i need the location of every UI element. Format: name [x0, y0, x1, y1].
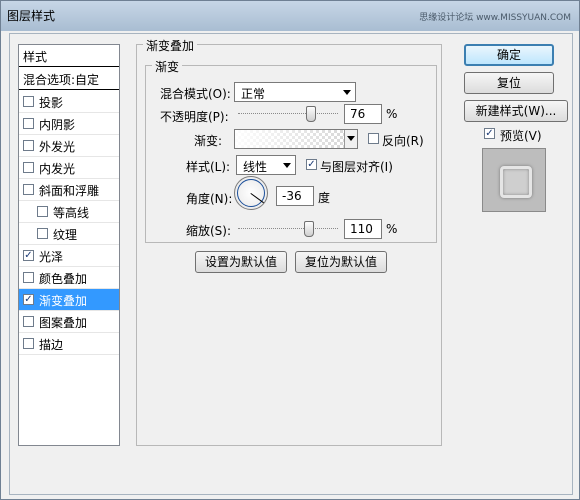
style-checkbox[interactable]: [23, 118, 34, 129]
angle-dial[interactable]: [234, 176, 268, 210]
scale-value: 110: [350, 222, 373, 236]
opacity-slider-handle[interactable]: [306, 106, 316, 122]
style-list-item-label: 外发光: [39, 140, 76, 154]
reset-button[interactable]: 复位: [464, 72, 554, 94]
style-select[interactable]: 线性: [236, 155, 296, 175]
style-list-item-label: 斜面和浮雕: [39, 184, 100, 198]
opacity-label: 不透明度(P):: [160, 110, 229, 124]
style-checkbox[interactable]: [23, 338, 34, 349]
style-checkbox[interactable]: [23, 316, 34, 327]
style-value: 线性: [243, 160, 268, 174]
style-list-item[interactable]: 纹理: [19, 223, 119, 245]
preview-swatch: [500, 166, 532, 198]
blend-mode-select[interactable]: 正常: [234, 82, 356, 102]
ok-button[interactable]: 确定: [464, 44, 554, 66]
style-list-item-label: 内阴影: [39, 118, 76, 132]
style-label: 样式(L):: [186, 160, 231, 174]
style-list-item-label: 颜色叠加: [39, 272, 88, 286]
style-list-item[interactable]: 投影: [19, 91, 119, 113]
style-preview-thumbnail: [482, 148, 546, 212]
style-list-item-label: 渐变叠加: [39, 294, 88, 308]
style-checkbox[interactable]: ✓: [23, 294, 34, 305]
style-list-item[interactable]: 内阴影: [19, 113, 119, 135]
dialog-body: 样式 混合选项:自定 投影内阴影外发光内发光斜面和浮雕等高线纹理 ✓ 光泽颜色叠加 ✓…: [9, 33, 573, 495]
style-checkbox[interactable]: [23, 184, 34, 195]
title-bar: 图层样式 思缘设计论坛 www.MISSYUAN.COM: [1, 1, 579, 31]
gradient-preview: [235, 130, 345, 148]
chevron-down-icon: [343, 90, 351, 95]
scale-unit: %: [386, 222, 398, 236]
style-list: 样式 混合选项:自定 投影内阴影外发光内发光斜面和浮雕等高线纹理 ✓ 光泽颜色叠加 ✓…: [18, 44, 120, 446]
blend-options-label: 混合选项:自定: [23, 73, 100, 87]
style-checkbox[interactable]: [37, 206, 48, 217]
style-list-item[interactable]: 描边: [19, 333, 119, 355]
style-checkbox[interactable]: ✓: [23, 250, 34, 261]
style-checkbox[interactable]: [23, 162, 34, 173]
style-list-item-label: 描边: [39, 338, 64, 352]
align-with-layer-checkbox[interactable]: ✓: [306, 159, 317, 170]
scale-label: 缩放(S):: [186, 224, 232, 238]
set-default-button[interactable]: 设置为默认值: [195, 251, 287, 273]
scale-slider-track: [238, 228, 338, 231]
style-checkbox[interactable]: [23, 272, 34, 283]
scale-slider-handle[interactable]: [304, 221, 314, 237]
style-list-header[interactable]: 样式: [19, 45, 119, 67]
style-list-item[interactable]: ✓ 光泽: [19, 245, 119, 267]
preview-label: 预览(V): [500, 129, 542, 143]
chevron-down-icon: [283, 163, 291, 168]
reset-default-button[interactable]: 复位为默认值: [295, 251, 387, 273]
gradient-overlay-panel: 渐变叠加 渐变 混合模式(O): 正常 不透明度(P): 76 % 渐变: 反向…: [136, 37, 442, 446]
style-list-header-label: 样式: [23, 50, 48, 64]
window-title: 图层样式: [7, 9, 56, 23]
style-list-item-label: 纹理: [53, 228, 78, 242]
reverse-label: 反向(R): [382, 134, 424, 148]
blend-options-item[interactable]: 混合选项:自定: [19, 68, 119, 90]
watermark: 思缘设计论坛 www.MISSYUAN.COM: [419, 13, 571, 23]
angle-unit: 度: [318, 191, 331, 205]
style-list-item[interactable]: 等高线: [19, 201, 119, 223]
blend-mode-label: 混合模式(O):: [160, 87, 231, 101]
layer-style-dialog: 图层样式 思缘设计论坛 www.MISSYUAN.COM 样式 混合选项:自定 …: [0, 0, 580, 500]
angle-label: 角度(N):: [186, 192, 233, 206]
style-list-item[interactable]: 内发光: [19, 157, 119, 179]
style-list-item[interactable]: ✓ 渐变叠加: [19, 289, 119, 311]
style-list-item[interactable]: 外发光: [19, 135, 119, 157]
opacity-value: 76: [350, 107, 366, 121]
new-style-button[interactable]: 新建样式(W)...: [464, 100, 568, 122]
angle-input[interactable]: -36: [276, 186, 314, 206]
align-with-layer-label: 与图层对齐(I): [320, 160, 393, 174]
scale-slider[interactable]: [238, 221, 338, 237]
opacity-input[interactable]: 76: [344, 104, 382, 124]
gradient-picker[interactable]: [234, 129, 358, 149]
style-list-item-label: 内发光: [39, 162, 76, 176]
style-list-item-label: 等高线: [53, 206, 90, 220]
reverse-checkbox[interactable]: [368, 133, 379, 144]
gradient-group: 渐变 混合模式(O): 正常 不透明度(P): 76 % 渐变: 反向(R) 样…: [145, 58, 437, 243]
opacity-slider[interactable]: [238, 106, 338, 122]
angle-value: -36: [282, 189, 302, 203]
blend-mode-value: 正常: [241, 87, 266, 101]
opacity-slider-track: [238, 113, 338, 116]
gradient-dropdown[interactable]: [344, 130, 357, 148]
gradient-group-title: 渐变: [152, 58, 183, 75]
style-list-item[interactable]: 图案叠加: [19, 311, 119, 333]
scale-input[interactable]: 110: [344, 219, 382, 239]
style-checkbox[interactable]: [37, 228, 48, 239]
style-checkbox[interactable]: [23, 140, 34, 151]
opacity-unit: %: [386, 107, 398, 121]
chevron-down-icon: [347, 136, 355, 141]
style-list-item-label: 投影: [39, 96, 64, 110]
style-list-item[interactable]: 颜色叠加: [19, 267, 119, 289]
style-list-item-label: 光泽: [39, 250, 64, 264]
panel-title: 渐变叠加: [143, 37, 198, 54]
gradient-label: 渐变:: [194, 134, 223, 148]
style-checkbox[interactable]: [23, 96, 34, 107]
style-list-item-label: 图案叠加: [39, 316, 88, 330]
style-list-item[interactable]: 斜面和浮雕: [19, 179, 119, 201]
preview-checkbox[interactable]: ✓: [484, 128, 495, 139]
